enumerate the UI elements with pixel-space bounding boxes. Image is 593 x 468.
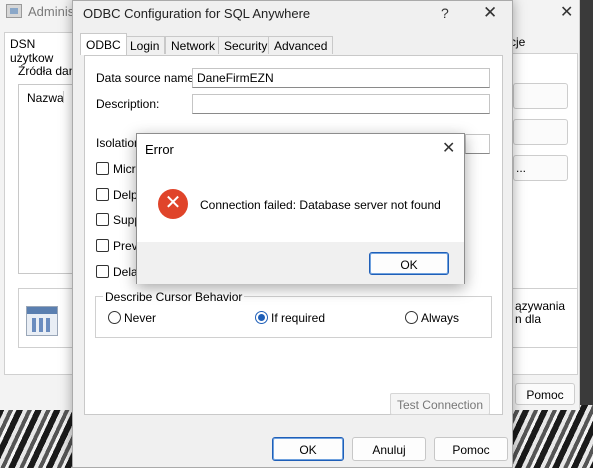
error-close-icon[interactable]: ✕: [442, 138, 455, 158]
data-source-name-label: Data source name:: [96, 71, 198, 85]
back-info-text: ązywania n dla: [515, 300, 565, 326]
checkbox-delph[interactable]: [96, 188, 109, 201]
tab-network[interactable]: Network: [165, 36, 222, 54]
description-label: Description:: [96, 97, 160, 111]
odbc-info-icon: [26, 306, 58, 336]
radio-never-label: Never: [124, 311, 157, 325]
data-source-list[interactable]: Nazwa: [18, 84, 78, 274]
back-info-line2: n dla: [515, 312, 542, 326]
list-header-name[interactable]: Nazwa: [27, 91, 64, 105]
isolation-label: Isolation: [96, 136, 141, 150]
tab-odbc[interactable]: ODBC: [80, 33, 127, 55]
checkbox-micro[interactable]: [96, 162, 109, 175]
tab-security[interactable]: Security: [218, 36, 274, 54]
radio-if-required[interactable]: [255, 311, 268, 324]
cancel-button[interactable]: Anuluj: [352, 437, 426, 461]
dialog-title: ODBC Configuration for SQL Anywhere: [83, 6, 311, 21]
close-icon[interactable]: ✕: [483, 3, 497, 23]
radio-always[interactable]: [405, 311, 418, 324]
checkbox-preve[interactable]: [96, 239, 109, 252]
test-connection-button[interactable]: Test Connection: [390, 393, 490, 415]
error-x-icon: ✕: [158, 189, 188, 219]
isolation-field[interactable]: [465, 134, 490, 154]
data-source-name-field[interactable]: DaneFirmEZN: [192, 68, 490, 88]
tab-advanced[interactable]: Advanced: [268, 36, 334, 54]
configure-button-label: ...: [516, 161, 527, 175]
back-help-button[interactable]: Pomoc: [515, 383, 575, 405]
error-dialog-title: Error: [145, 142, 174, 157]
checkbox-suppr[interactable]: [96, 213, 109, 226]
back-window-title: Administ: [28, 4, 78, 19]
radio-if-required-label: If required: [271, 311, 326, 325]
configure-button[interactable]: ...: [513, 155, 568, 181]
error-message: Connection failed: Database server not f…: [200, 198, 441, 212]
add-button[interactable]: [513, 83, 568, 109]
list-header-separator: [63, 91, 64, 103]
tab-login[interactable]: Login: [124, 36, 166, 54]
remove-button[interactable]: [513, 119, 568, 145]
radio-always-label: Always: [421, 311, 460, 325]
help-icon[interactable]: ?: [441, 5, 449, 21]
error-ok-button[interactable]: OK: [369, 252, 449, 275]
tab-user-dsn[interactable]: DSN użytkow: [4, 32, 74, 65]
odbc-app-icon: [6, 4, 22, 18]
radio-never[interactable]: [108, 311, 121, 324]
checkbox-delay[interactable]: [96, 265, 109, 278]
back-window-close-icon[interactable]: ✕: [560, 2, 573, 22]
cursor-behavior-title: Describe Cursor Behavior: [103, 290, 245, 304]
ok-button[interactable]: OK: [272, 437, 344, 461]
description-field[interactable]: [192, 94, 490, 114]
help-button[interactable]: Pomoc: [434, 437, 508, 461]
